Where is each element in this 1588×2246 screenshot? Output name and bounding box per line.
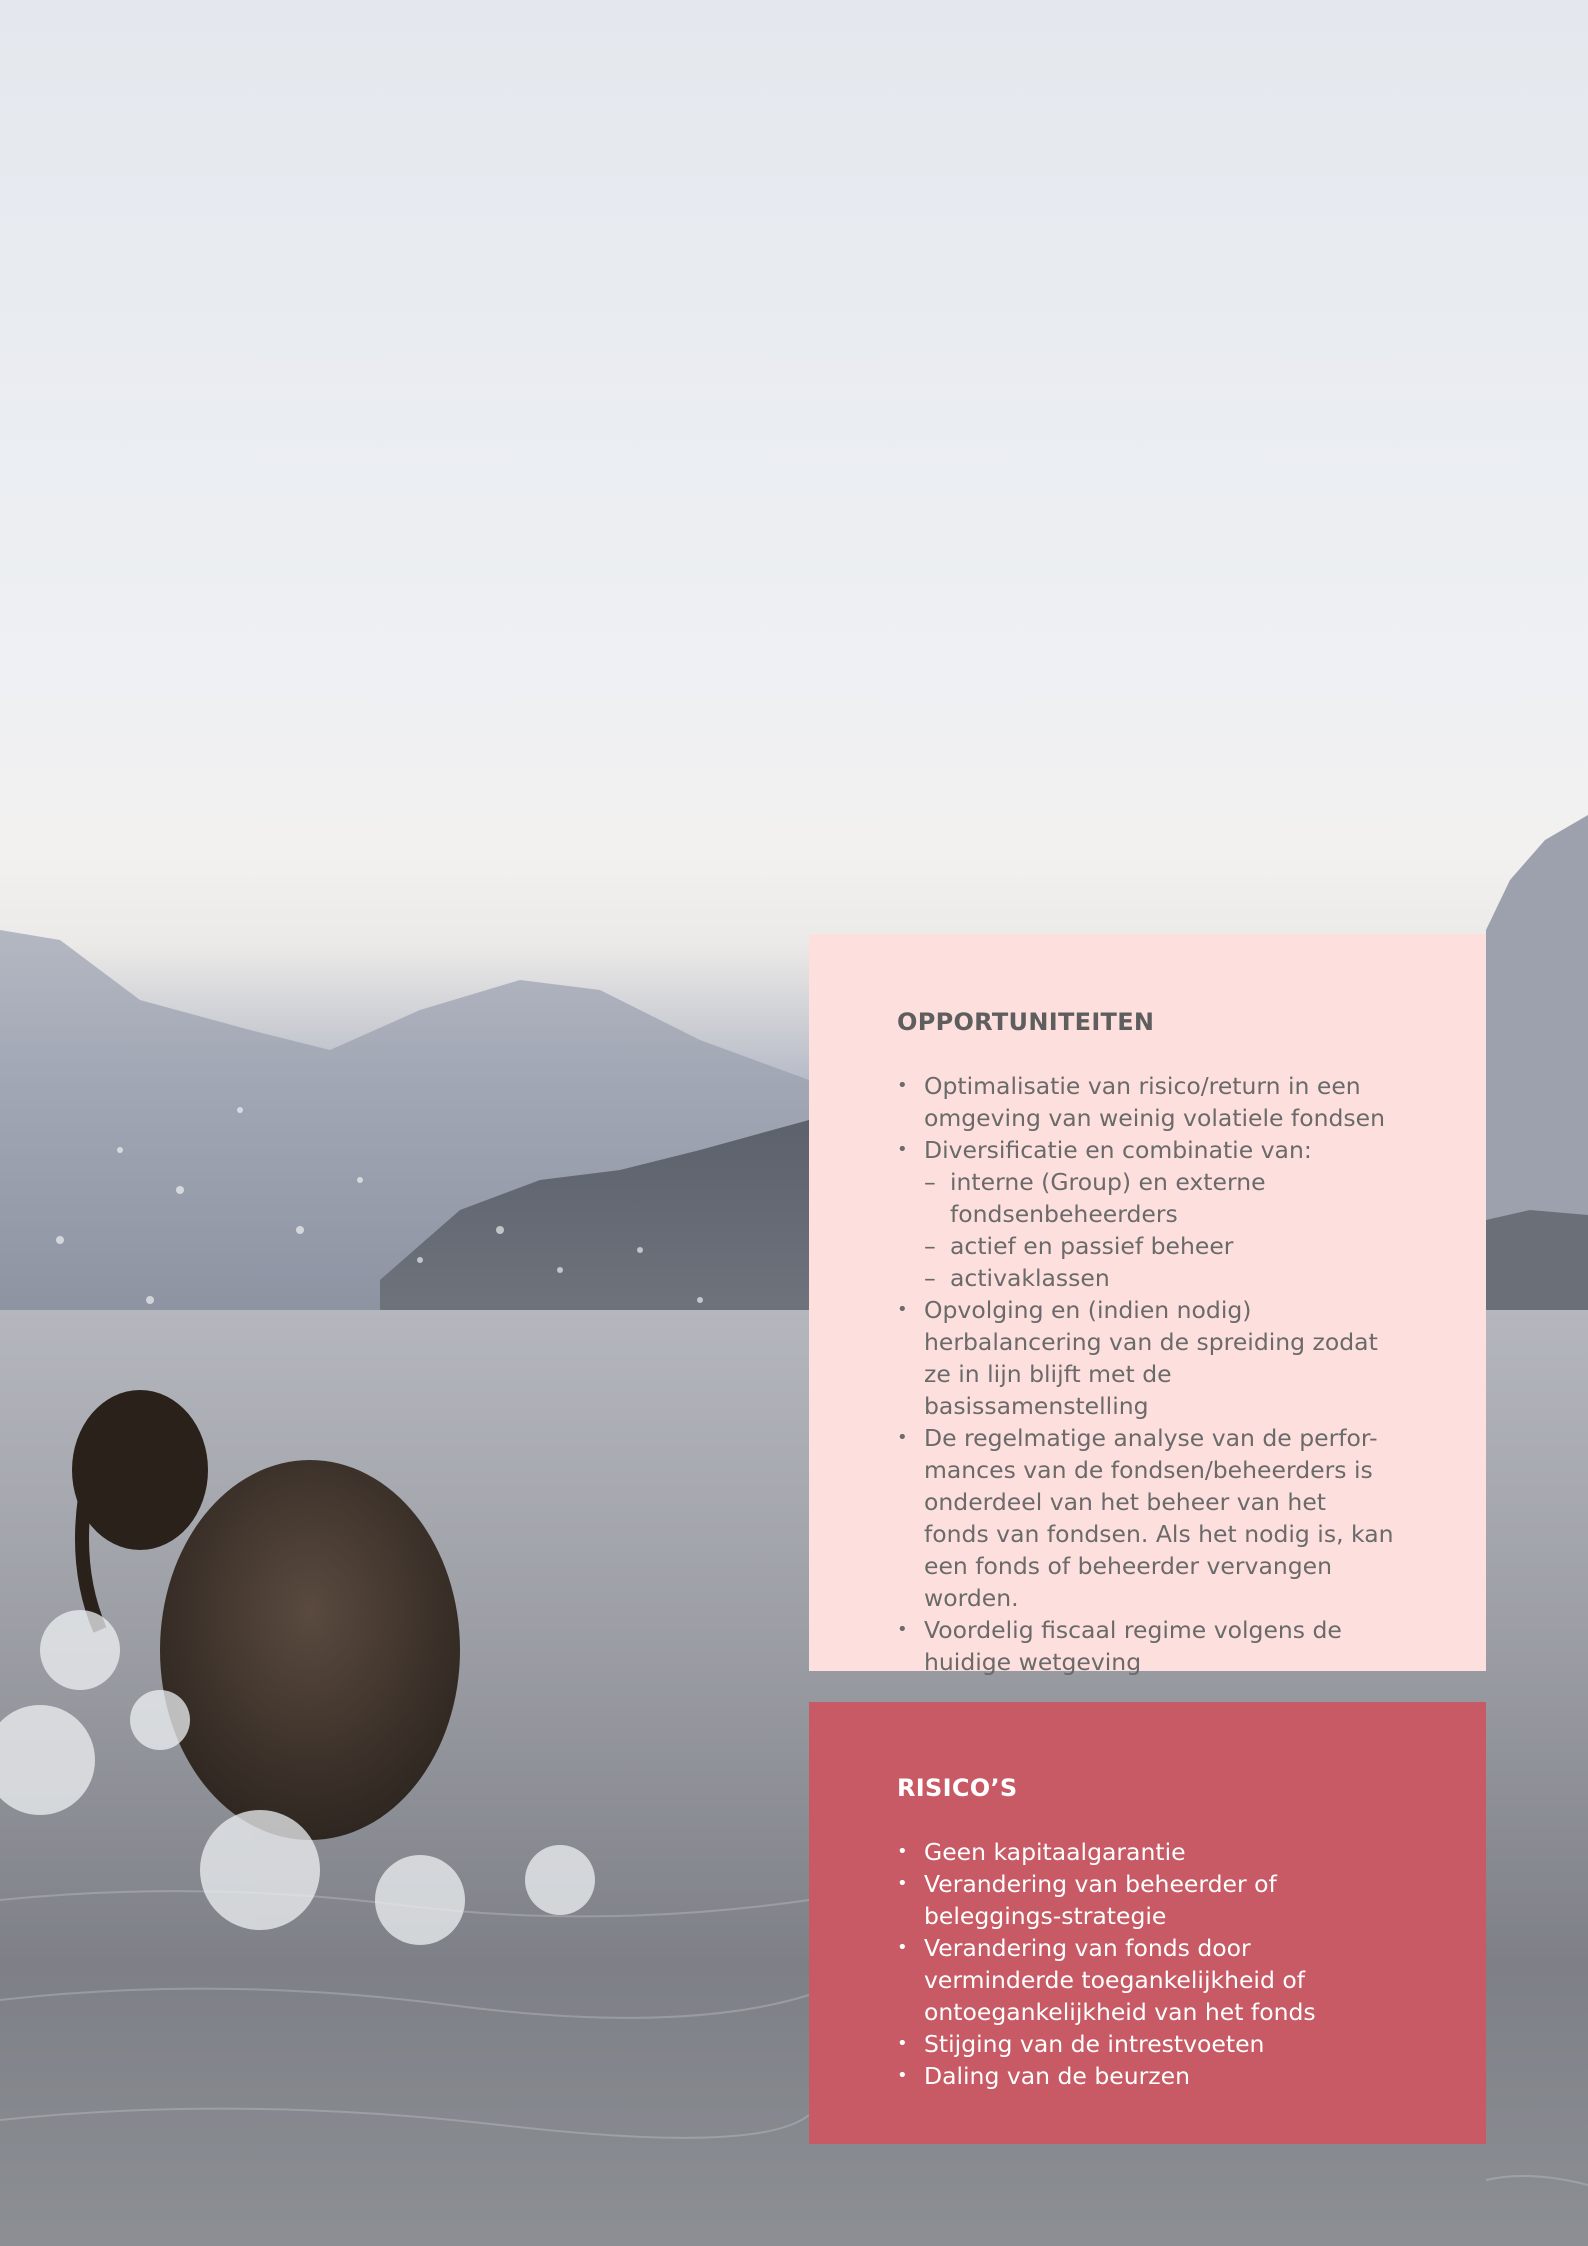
list-item: Opvolging en (indien nodig) herbalanceri… — [897, 1294, 1398, 1422]
list-item: De regelmatige analyse van de perfor-man… — [897, 1422, 1398, 1614]
opportunities-list: Optimalisatie van risico/return in een o… — [897, 1070, 1398, 1678]
list-item: Diversificatie en combinatie van: intern… — [897, 1134, 1398, 1294]
sub-list: interne (Group) en externe fondsenbeheer… — [924, 1166, 1398, 1294]
risks-card: RISICO’S Geen kapitaalgarantie Veranderi… — [809, 1702, 1486, 2144]
sub-list-item: interne (Group) en externe fondsenbeheer… — [924, 1166, 1398, 1230]
list-item: Geen kapitaalgarantie — [897, 1836, 1398, 1868]
list-item: Verandering van beheerder of beleggings-… — [897, 1868, 1398, 1932]
sub-list-item: activaklassen — [924, 1262, 1398, 1294]
list-item: Daling van de beurzen — [897, 2060, 1398, 2092]
risks-title: RISICO’S — [897, 1774, 1018, 1802]
list-item: Voordelig fiscaal regime volgens de huid… — [897, 1614, 1398, 1678]
sub-list-item: actief en passief beheer — [924, 1230, 1398, 1262]
list-item: Optimalisatie van risico/return in een o… — [897, 1070, 1398, 1134]
opportunities-card: OPPORTUNITEITEN Optimalisatie van risico… — [809, 934, 1486, 1676]
list-item: Stijging van de intrestvoeten — [897, 2028, 1398, 2060]
opportunities-title: OPPORTUNITEITEN — [897, 1008, 1155, 1036]
risks-list: Geen kapitaalgarantie Verandering van be… — [897, 1836, 1398, 2092]
list-item: Verandering van fonds door verminderde t… — [897, 1932, 1398, 2028]
